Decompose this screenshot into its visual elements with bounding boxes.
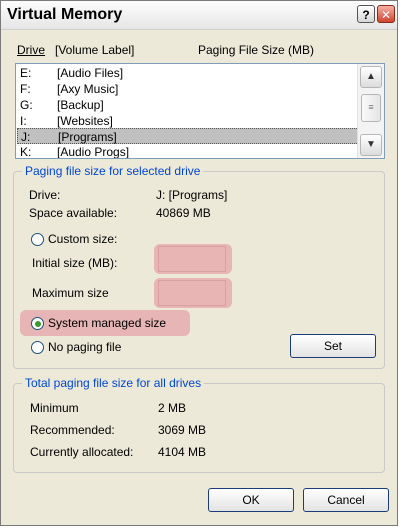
volume-label: [Audio Progs] [57, 145, 130, 159]
list-item[interactable]: K: [Audio Progs] [17, 144, 359, 159]
column-header-drive: Drive [17, 43, 45, 57]
space-available-label: Space available: [29, 206, 118, 220]
list-item[interactable]: G: [Backup] [17, 97, 359, 113]
group-title: Paging file size for selected drive [22, 164, 204, 178]
drive-letter: J: [21, 130, 31, 144]
system-managed-radio[interactable] [31, 317, 44, 330]
drive-label: Drive: [29, 188, 61, 202]
virtual-memory-dialog: Virtual Memory ? ✕ Drive [Volume Label] … [0, 0, 398, 526]
no-paging-file-radio[interactable] [31, 341, 44, 354]
currently-allocated-label: Currently allocated: [30, 445, 134, 459]
recommended-label: Recommended: [30, 423, 115, 437]
system-managed-label[interactable]: System managed size [48, 316, 166, 330]
list-scrollbar[interactable]: ▲ ≡ ▼ [357, 64, 384, 158]
totals-group: Total paging file size for all drives Mi… [13, 376, 385, 473]
group-title: Total paging file size for all drives [22, 376, 205, 390]
volume-label: [Backup] [57, 98, 104, 112]
volume-label: [Axy Music] [57, 82, 119, 96]
list-item[interactable]: E: [Audio Files] [17, 65, 359, 81]
scroll-up-button[interactable]: ▲ [360, 66, 382, 88]
volume-label: [Websites] [57, 114, 113, 128]
volume-label: [Programs] [58, 130, 117, 144]
selected-drive-group: Paging file size for selected drive Driv… [13, 164, 385, 369]
list-item[interactable]: F: [Axy Music] [17, 81, 359, 97]
recommended-value: 3069 MB [158, 423, 207, 437]
minimum-label: Minimum [30, 401, 79, 415]
scroll-thumb[interactable]: ≡ [361, 94, 381, 122]
title-bar[interactable]: Virtual Memory ? ✕ [1, 1, 397, 30]
minimum-value: 2 MB [158, 401, 187, 415]
initial-size-label: Initial size (MB): [32, 256, 118, 270]
column-header-volume-label: [Volume Label] [55, 43, 135, 57]
no-paging-file-label[interactable]: No paging file [48, 340, 121, 354]
drive-letter: I: [20, 114, 27, 128]
drive-letter: E: [20, 66, 32, 80]
help-button[interactable]: ? [357, 5, 375, 23]
maximum-size-label: Maximum size [32, 286, 109, 300]
dialog-title: Virtual Memory [7, 6, 123, 23]
column-header-paging-size: Paging File Size (MB) [198, 43, 315, 57]
set-button[interactable]: Set [290, 334, 376, 358]
custom-size-radio[interactable] [31, 233, 44, 246]
drive-letter: G: [20, 98, 33, 112]
drive-value: J: [Programs] [156, 188, 228, 202]
initial-size-input[interactable] [158, 246, 226, 272]
space-available-value: 40869 MB [156, 206, 211, 220]
cancel-button[interactable]: Cancel [303, 488, 389, 512]
maximum-size-input[interactable] [158, 280, 226, 306]
custom-size-label[interactable]: Custom size: [48, 232, 117, 246]
volume-label: [Audio Files] [57, 66, 124, 80]
drive-header-text: Drive [17, 43, 46, 57]
scroll-down-button[interactable]: ▼ [360, 134, 382, 156]
drive-list[interactable]: E: [Audio Files] F: [Axy Music] G: [Back… [15, 63, 385, 159]
drive-letter: F: [20, 82, 31, 96]
currently-allocated-value: 4104 MB [158, 445, 207, 459]
ok-button[interactable]: OK [208, 488, 294, 512]
close-button[interactable]: ✕ [377, 5, 395, 23]
list-item[interactable]: I: [Websites] [17, 113, 359, 129]
list-item-selected[interactable]: J: [Programs] [17, 128, 359, 144]
drive-letter: K: [20, 145, 32, 159]
